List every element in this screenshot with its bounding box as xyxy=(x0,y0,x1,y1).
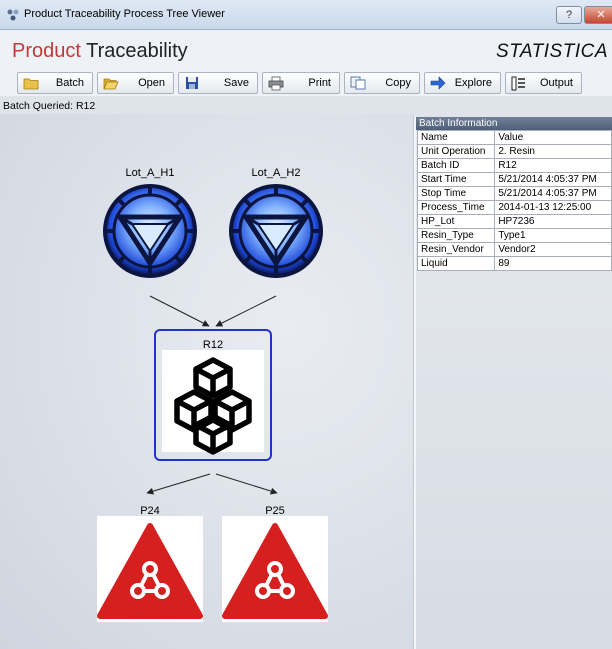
output-button[interactable]: Output xyxy=(505,72,582,94)
app-icon xyxy=(7,9,19,21)
p24-node[interactable] xyxy=(97,516,203,622)
app-header: Product Traceability STATISTICA xyxy=(0,30,612,68)
property-value-cell: 2. Resin xyxy=(494,144,612,159)
close-button[interactable]: ✕ xyxy=(584,6,612,24)
r12-label: R12 xyxy=(202,339,224,351)
output-button-label: Output xyxy=(539,77,573,89)
table-row[interactable]: Resin_Vendor Vendor2 xyxy=(416,242,612,257)
batch-queried-status: Batch Queried: R12 xyxy=(3,100,96,112)
property-value-cell: HP7236 xyxy=(494,214,612,229)
property-name-cell: Batch ID xyxy=(416,158,496,173)
lot-a-h2-label: Lot_A_H2 xyxy=(251,167,301,179)
lot-a-h1-node[interactable] xyxy=(103,184,197,278)
open-button-label: Open xyxy=(138,77,165,89)
arrow-right-icon xyxy=(429,74,447,92)
save-button[interactable]: Save xyxy=(178,72,258,94)
explore-button[interactable]: Explore xyxy=(424,72,501,94)
edge-lot1-r12 xyxy=(149,295,210,327)
toolbar: Batch Open Save Print Copy Explore Outpu… xyxy=(0,68,612,96)
batch-info-table: Name Value Unit Operation 2. Resin Batch ID R… xyxy=(416,130,612,271)
property-name-cell: Process_Time xyxy=(416,200,496,215)
table-row[interactable]: Batch ID R12 xyxy=(416,158,612,173)
arc-reactor-icon xyxy=(229,184,323,278)
output-icon xyxy=(510,74,528,92)
property-name-cell: Stop Time xyxy=(416,186,496,201)
process-tree-diagram xyxy=(97,184,328,622)
property-name-cell: Resin_Vendor xyxy=(416,242,496,257)
arc-reactor-icon xyxy=(103,184,197,278)
copy-icon xyxy=(349,74,367,92)
window-title-bar[interactable]: Product Traceability Process Tree Viewer… xyxy=(0,0,612,30)
copy-button[interactable]: Copy xyxy=(344,72,420,94)
batch-button-label: Batch xyxy=(55,77,84,89)
property-value-cell: Vendor2 xyxy=(494,242,612,257)
property-name-cell: Unit Operation xyxy=(416,144,496,159)
table-row[interactable]: Stop Time 5/21/2014 4:05:37 PM xyxy=(416,186,612,201)
brand-logo: STATISTICA xyxy=(496,41,608,62)
table-row[interactable]: Unit Operation 2. Resin xyxy=(416,144,612,159)
edge-r12-p24 xyxy=(146,473,211,495)
p25-node[interactable] xyxy=(222,516,328,622)
property-name-cell: Liquid xyxy=(416,256,496,271)
printer-icon xyxy=(267,74,285,92)
batch-button[interactable]: Batch xyxy=(17,72,93,94)
save-disk-icon xyxy=(183,74,201,92)
copy-button-label: Copy xyxy=(385,77,411,89)
title-product: Product xyxy=(12,40,81,62)
property-value-cell: 5/21/2014 4:05:37 PM xyxy=(494,186,612,201)
table-row[interactable]: HP_Lot HP7236 xyxy=(416,214,612,229)
property-name-cell: Start Time xyxy=(416,172,496,187)
open-button[interactable]: Open xyxy=(97,72,174,94)
edge-lot2-r12 xyxy=(215,295,277,327)
edge-r12-p25 xyxy=(215,473,278,495)
title-traceability: Traceability xyxy=(86,40,188,62)
folder-icon xyxy=(22,74,40,92)
property-name-cell: Resin_Type xyxy=(416,228,496,243)
save-button-label: Save xyxy=(223,77,249,89)
p25-label: P25 xyxy=(265,505,285,517)
property-value-cell: R12 xyxy=(494,158,612,173)
table-row[interactable]: Resin_Type Type1 xyxy=(416,228,612,243)
table-row[interactable]: Process_Time 2014-01-13 12:25:00 xyxy=(416,200,612,215)
lot-a-h1-label: Lot_A_H1 xyxy=(125,167,175,179)
process-tree-canvas[interactable]: Lot_A_H1 Lot_A_H2 R12 P24 P25 xyxy=(0,114,414,649)
property-value-cell: 2014-01-13 12:25:00 xyxy=(494,200,612,215)
help-button[interactable]: ? xyxy=(556,6,582,24)
property-value-cell: 5/21/2014 4:05:37 PM xyxy=(494,172,612,187)
print-button[interactable]: Print xyxy=(262,72,340,94)
window-title: Product Traceability Process Tree Viewer xyxy=(24,8,225,20)
print-button-label: Print xyxy=(308,77,331,89)
page-title: Product Traceability xyxy=(12,40,188,63)
batch-information-panel: Batch Information Name Value Unit Operatio… xyxy=(416,117,612,649)
property-value-cell: Type1 xyxy=(494,228,612,243)
lot-a-h2-node[interactable] xyxy=(229,184,323,278)
p24-label: P24 xyxy=(140,505,160,517)
column-header[interactable]: Name xyxy=(416,130,496,145)
table-header-row: Name Value xyxy=(416,130,612,145)
property-name-cell: HP_Lot xyxy=(416,214,496,229)
property-value-cell: 89 xyxy=(494,256,612,271)
panel-title: Batch Information xyxy=(416,117,612,130)
open-folder-icon xyxy=(102,74,120,92)
table-row[interactable]: Liquid 89 xyxy=(416,256,612,271)
column-header[interactable]: Value xyxy=(494,130,612,145)
table-row[interactable]: Start Time 5/21/2014 4:05:37 PM xyxy=(416,172,612,187)
explore-button-label: Explore xyxy=(454,77,492,89)
